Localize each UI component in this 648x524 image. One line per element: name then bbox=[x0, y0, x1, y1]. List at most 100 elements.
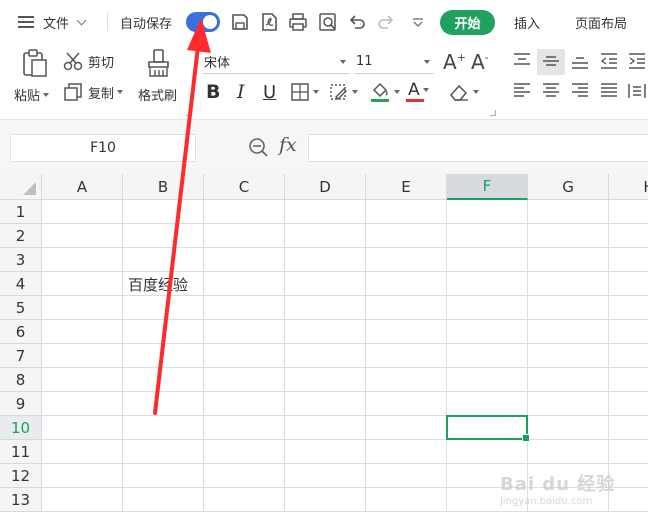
redo-icon[interactable] bbox=[376, 12, 396, 32]
cell-style-button[interactable] bbox=[329, 80, 358, 104]
cell-c7[interactable] bbox=[204, 344, 285, 368]
cell-a13[interactable] bbox=[42, 488, 123, 512]
cell-g5[interactable] bbox=[528, 296, 609, 320]
cell-d3[interactable] bbox=[285, 248, 366, 272]
more-dropdown-icon[interactable] bbox=[408, 12, 428, 32]
cell-b12[interactable] bbox=[123, 464, 204, 488]
row-header-11[interactable]: 11 bbox=[0, 440, 42, 464]
cell-a5[interactable] bbox=[42, 296, 123, 320]
cell-d13[interactable] bbox=[285, 488, 366, 512]
cell-b7[interactable] bbox=[123, 344, 204, 368]
clear-format-button[interactable] bbox=[448, 80, 479, 104]
cell-a3[interactable] bbox=[42, 248, 123, 272]
cell-c12[interactable] bbox=[204, 464, 285, 488]
cell-g1[interactable] bbox=[528, 200, 609, 224]
name-box[interactable]: F10 bbox=[10, 134, 196, 162]
column-header-h[interactable]: H bbox=[609, 174, 648, 200]
cell-b6[interactable] bbox=[123, 320, 204, 344]
cell-a11[interactable] bbox=[42, 440, 123, 464]
cell-b1[interactable] bbox=[123, 200, 204, 224]
column-header-e[interactable]: E bbox=[366, 174, 447, 200]
cell-a1[interactable] bbox=[42, 200, 123, 224]
cell-e1[interactable] bbox=[366, 200, 447, 224]
cell-h6[interactable] bbox=[609, 320, 648, 344]
underline-button[interactable]: U bbox=[263, 80, 276, 104]
select-all-corner[interactable] bbox=[0, 174, 42, 200]
cell-e7[interactable] bbox=[366, 344, 447, 368]
cell-c8[interactable] bbox=[204, 368, 285, 392]
font-group-launcher-icon[interactable] bbox=[490, 110, 496, 116]
format-painter-icon[interactable] bbox=[146, 48, 172, 78]
cell-b10[interactable] bbox=[123, 416, 204, 440]
column-header-g[interactable]: G bbox=[528, 174, 609, 200]
cell-b5[interactable] bbox=[123, 296, 204, 320]
clipboard-group-launcher-icon[interactable] bbox=[186, 110, 192, 116]
cell-c4[interactable] bbox=[204, 272, 285, 296]
cell-b2[interactable] bbox=[123, 224, 204, 248]
cell-c1[interactable] bbox=[204, 200, 285, 224]
column-header-a[interactable]: A bbox=[42, 174, 123, 200]
row-header-13[interactable]: 13 bbox=[0, 488, 42, 512]
cell-d5[interactable] bbox=[285, 296, 366, 320]
align-top-icon[interactable] bbox=[512, 52, 532, 70]
cell-b8[interactable] bbox=[123, 368, 204, 392]
cell-a10[interactable] bbox=[42, 416, 123, 440]
cell-d11[interactable] bbox=[285, 440, 366, 464]
cell-g6[interactable] bbox=[528, 320, 609, 344]
bold-button[interactable]: B bbox=[206, 80, 220, 104]
cell-h5[interactable] bbox=[609, 296, 648, 320]
cell-e3[interactable] bbox=[366, 248, 447, 272]
cell-d6[interactable] bbox=[285, 320, 366, 344]
print-preview-icon[interactable] bbox=[318, 12, 338, 32]
save-icon[interactable] bbox=[230, 12, 250, 32]
cell-d7[interactable] bbox=[285, 344, 366, 368]
cell-f9[interactable] bbox=[447, 392, 528, 416]
cell-c5[interactable] bbox=[204, 296, 285, 320]
format-painter-button[interactable]: 格式刷 bbox=[138, 85, 177, 104]
cell-d10[interactable] bbox=[285, 416, 366, 440]
cell-h1[interactable] bbox=[609, 200, 648, 224]
cell-d12[interactable] bbox=[285, 464, 366, 488]
cell-d2[interactable] bbox=[285, 224, 366, 248]
italic-button[interactable]: I bbox=[237, 80, 245, 104]
cell-f11[interactable] bbox=[447, 440, 528, 464]
cell-d8[interactable] bbox=[285, 368, 366, 392]
cell-e6[interactable] bbox=[366, 320, 447, 344]
print-icon[interactable] bbox=[288, 12, 308, 32]
paste-icon[interactable] bbox=[20, 48, 50, 78]
cell-h9[interactable] bbox=[609, 392, 648, 416]
autosave-toggle[interactable] bbox=[186, 12, 220, 32]
cell-h2[interactable] bbox=[609, 224, 648, 248]
justify-icon[interactable] bbox=[599, 82, 619, 100]
shrink-font-button[interactable]: A- bbox=[471, 50, 489, 74]
cell-g9[interactable] bbox=[528, 392, 609, 416]
cell-e4[interactable] bbox=[366, 272, 447, 296]
cut-button[interactable]: 剪切 bbox=[63, 51, 114, 71]
paste-button[interactable]: 粘贴 bbox=[14, 85, 50, 104]
increase-indent-icon[interactable] bbox=[627, 52, 647, 70]
cell-h7[interactable] bbox=[609, 344, 648, 368]
zoom-search-icon[interactable] bbox=[248, 137, 270, 163]
cell-f3[interactable] bbox=[447, 248, 528, 272]
cell-h11[interactable] bbox=[609, 440, 648, 464]
cell-g4[interactable] bbox=[528, 272, 609, 296]
borders-button[interactable] bbox=[290, 80, 319, 104]
align-bottom-icon[interactable] bbox=[570, 52, 590, 70]
cell-e12[interactable] bbox=[366, 464, 447, 488]
cell-f5[interactable] bbox=[447, 296, 528, 320]
cell-g8[interactable] bbox=[528, 368, 609, 392]
copy-button[interactable]: 复制 bbox=[63, 82, 124, 102]
cell-b11[interactable] bbox=[123, 440, 204, 464]
cell-f8[interactable] bbox=[447, 368, 528, 392]
cell-h4[interactable] bbox=[609, 272, 648, 296]
undo-icon[interactable] bbox=[347, 12, 367, 32]
formula-input[interactable] bbox=[308, 134, 648, 162]
cell-e10[interactable] bbox=[366, 416, 447, 440]
row-header-9[interactable]: 9 bbox=[0, 392, 42, 416]
cell-a4[interactable] bbox=[42, 272, 123, 296]
fill-color-button[interactable] bbox=[369, 80, 400, 104]
row-header-5[interactable]: 5 bbox=[0, 296, 42, 320]
cell-g11[interactable] bbox=[528, 440, 609, 464]
cell-f2[interactable] bbox=[447, 224, 528, 248]
cell-a6[interactable] bbox=[42, 320, 123, 344]
